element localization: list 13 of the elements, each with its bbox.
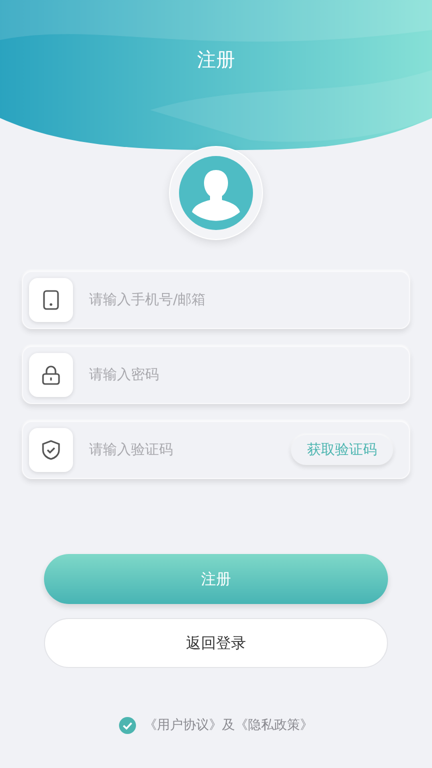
agreement-text: 《用户协议》及《隐私政策》 [144, 717, 313, 734]
lock-icon [42, 365, 60, 385]
get-code-button[interactable]: 获取验证码 [291, 435, 393, 465]
input-field[interactable]: 请输入手机号/邮箱 [87, 291, 393, 309]
page-title: 注册 [197, 48, 235, 73]
user-silhouette-icon [179, 156, 253, 230]
agreement-checkbox[interactable] [119, 716, 136, 734]
shield-check-icon [42, 440, 60, 460]
input-field[interactable]: 请输入验证码 [87, 441, 277, 459]
register-button[interactable]: 注册 [44, 554, 388, 604]
phone-icon [43, 290, 59, 310]
back-to-login-button[interactable]: 返回登录 [44, 618, 388, 668]
input-field[interactable]: 请输入密码 [87, 366, 393, 384]
